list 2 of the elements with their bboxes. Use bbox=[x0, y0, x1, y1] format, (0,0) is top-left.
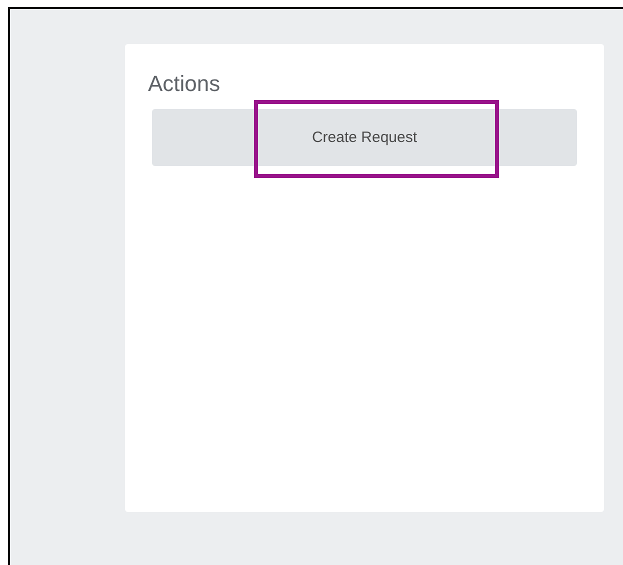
card-title: Actions bbox=[148, 70, 222, 98]
create-request-button[interactable]: Create Request bbox=[152, 109, 577, 166]
